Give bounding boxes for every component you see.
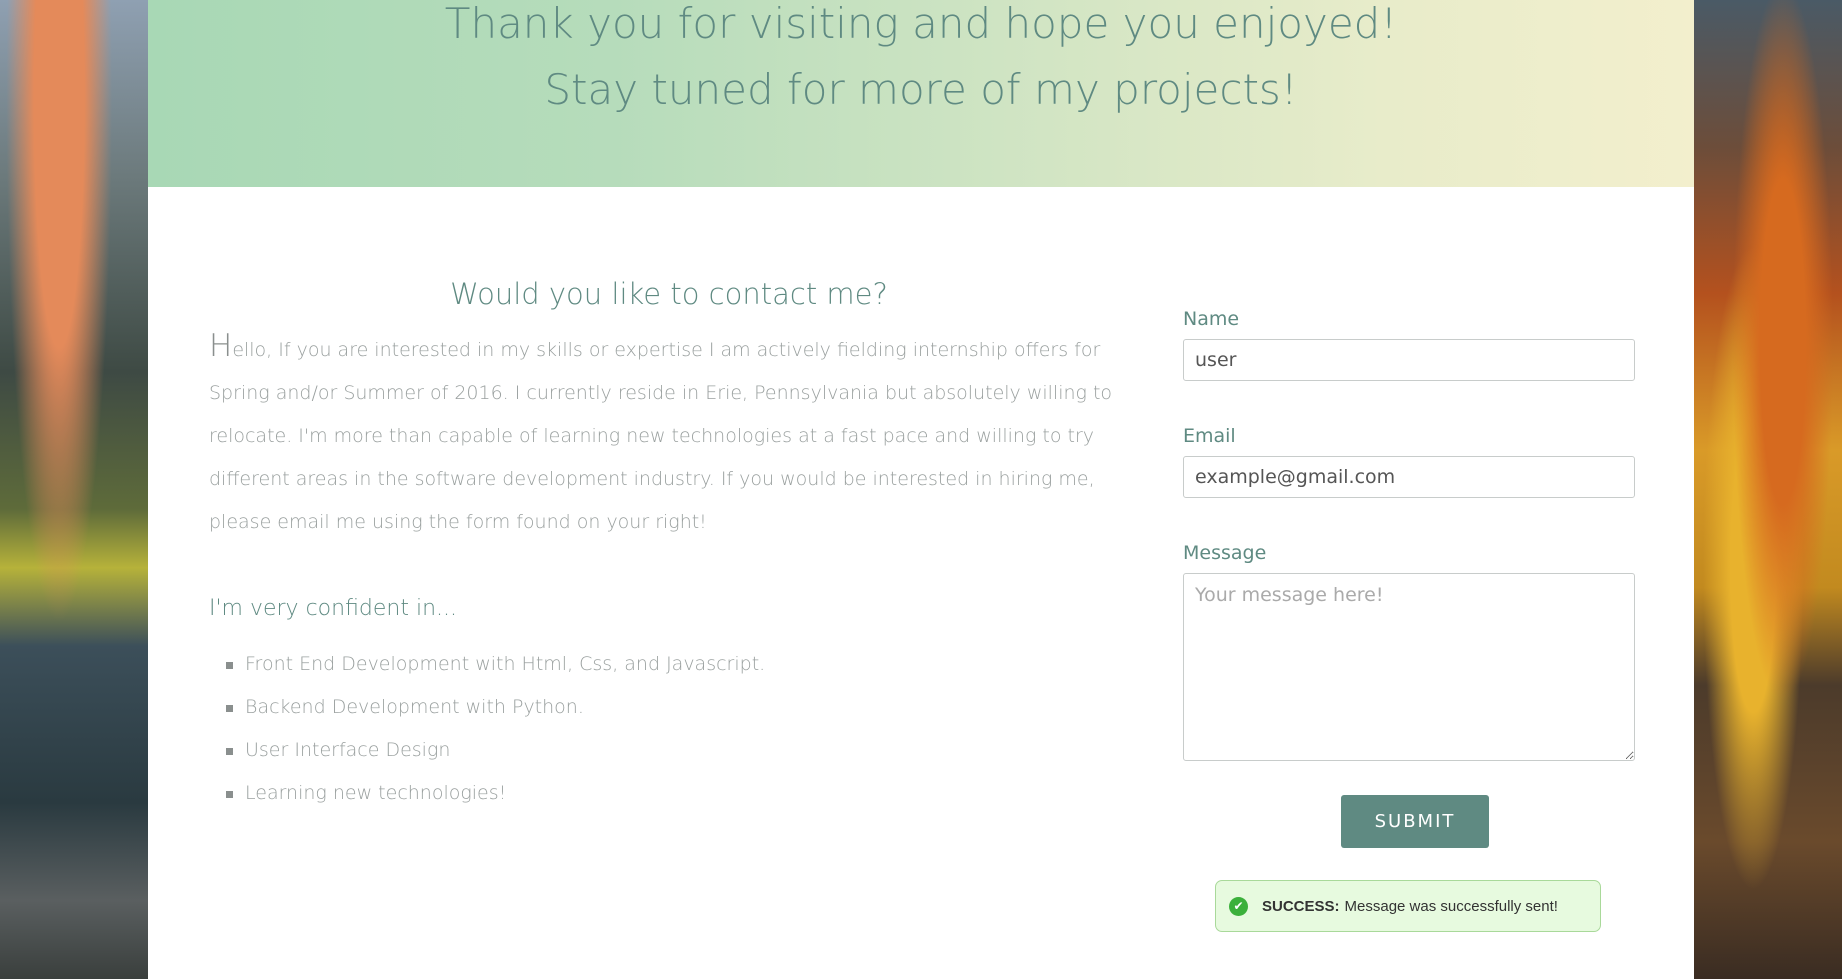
contact-title: Would you like to contact me?: [450, 277, 888, 311]
intro-text: ello, If you are interested in my skills…: [209, 339, 1113, 533]
contact-form: Name Email Message SUBMIT ✔ SUCCESS: Mes…: [1183, 308, 1635, 932]
intro-dropcap: H: [209, 328, 233, 364]
list-item: User Interface Design: [226, 729, 1129, 772]
submit-button[interactable]: SUBMIT: [1341, 795, 1489, 848]
alert-message: Message was successfully sent!: [1344, 897, 1558, 915]
list-item: Backend Development with Python.: [226, 686, 1129, 729]
page-container: Thank you for visiting and hope you enjo…: [148, 0, 1694, 979]
background-scenery-right: [1694, 0, 1842, 979]
name-field[interactable]: [1183, 339, 1635, 381]
list-item: Front End Development with Html, Css, an…: [226, 643, 1129, 686]
alert-status: SUCCESS:: [1262, 897, 1340, 915]
email-field[interactable]: [1183, 456, 1635, 498]
hero-line-thanks: Thank you for visiting and hope you enjo…: [444, 0, 1398, 48]
name-label: Name: [1183, 308, 1240, 330]
email-label: Email: [1183, 425, 1236, 447]
check-circle-icon: ✔: [1229, 896, 1248, 916]
confident-heading: I'm very confident in...: [209, 596, 458, 621]
message-label: Message: [1183, 542, 1267, 564]
intro-paragraph: Hello, If you are interested in my skill…: [209, 325, 1129, 544]
hero-line-stay-tuned: Stay tuned for more of my projects!: [544, 65, 1298, 114]
list-item: Learning new technologies!: [226, 772, 1129, 815]
contact-section: Would you like to contact me? Hello, If …: [148, 187, 1694, 979]
hero-banner: Thank you for visiting and hope you enjo…: [148, 0, 1694, 187]
contact-info: Would you like to contact me? Hello, If …: [209, 277, 1129, 815]
skills-list: Front End Development with Html, Css, an…: [209, 643, 1129, 815]
message-field[interactable]: [1183, 573, 1635, 761]
background-scenery-left: [0, 0, 148, 979]
success-alert: ✔ SUCCESS: Message was successfully sent…: [1215, 880, 1601, 932]
